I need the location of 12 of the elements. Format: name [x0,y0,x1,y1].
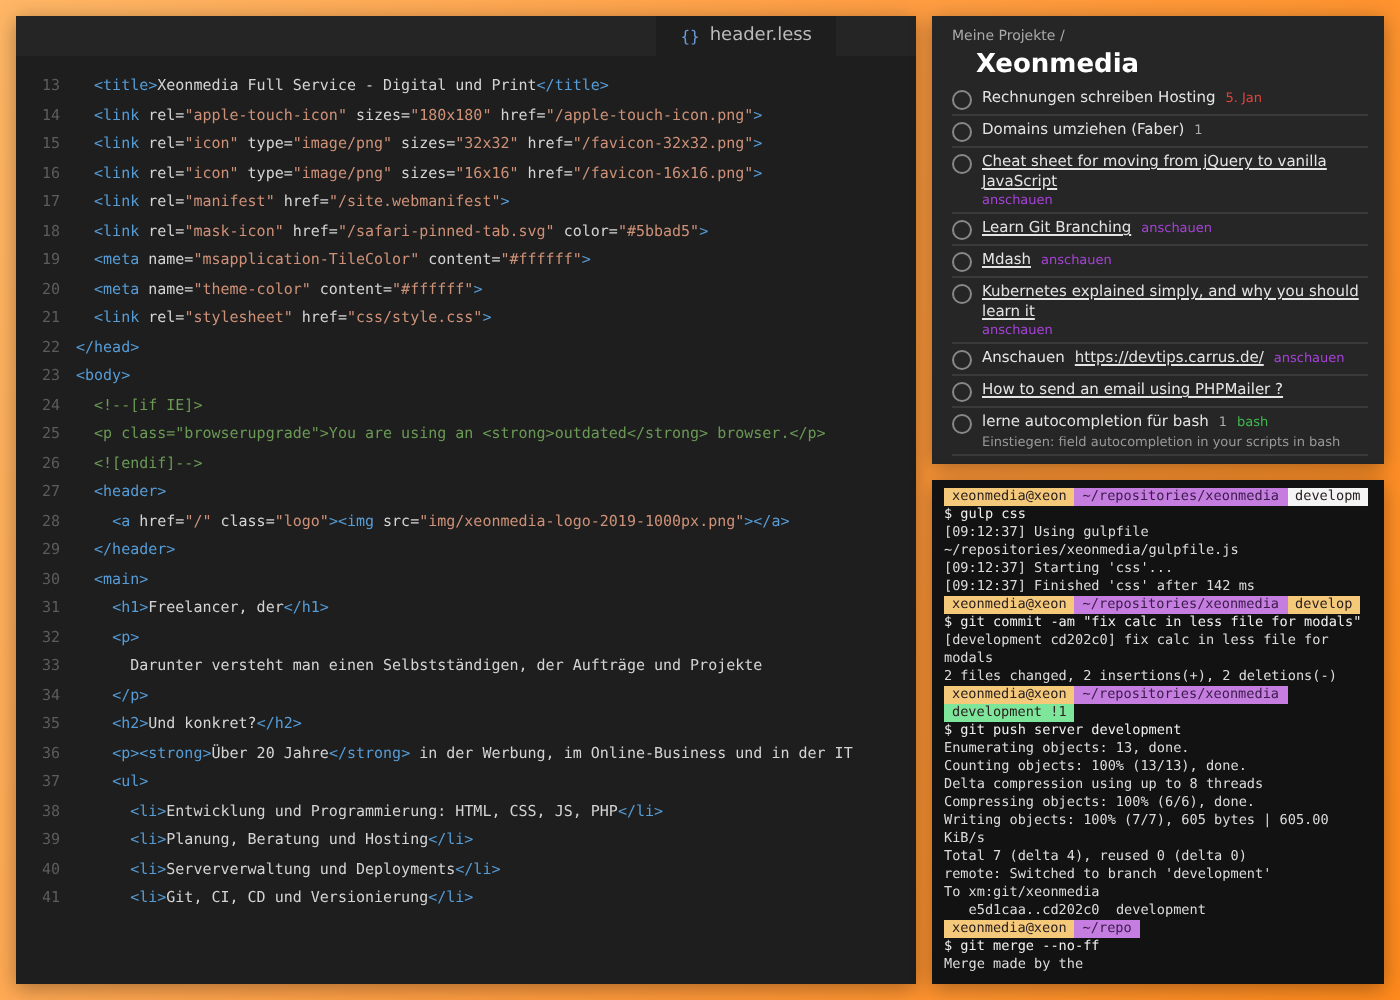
braces-icon: {} [680,27,700,45]
task-checkbox[interactable] [952,252,972,272]
task-checkbox[interactable] [952,382,972,402]
task-checkbox[interactable] [952,154,972,174]
task-checkbox[interactable] [952,90,972,110]
task-checkbox[interactable] [952,122,972,142]
file-tab[interactable]: {} header.less [656,16,836,56]
task-checkbox[interactable] [952,414,972,434]
task-checkbox[interactable] [952,350,972,370]
project-title: Xeonmedia [976,50,1142,80]
task-checkbox[interactable] [952,220,972,240]
task-checkbox[interactable] [952,284,972,304]
